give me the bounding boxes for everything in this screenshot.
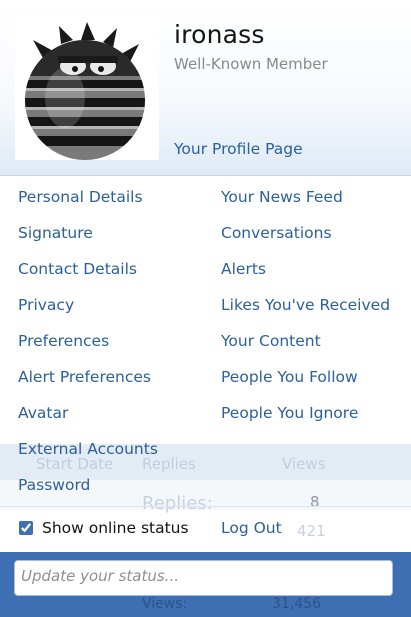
logout-link[interactable]: Log Out <box>221 519 282 537</box>
menu-people-you-follow[interactable]: People You Follow <box>221 368 358 386</box>
bg-lower-views-label: Views: <box>142 596 188 612</box>
menu-password[interactable]: Password <box>18 476 90 494</box>
bg-row-replies-label: Replies: <box>142 493 213 514</box>
user-title: Well-Known Member <box>174 55 328 73</box>
bg-row-replies-value: 8 <box>310 493 320 511</box>
status-update-input[interactable] <box>14 560 393 596</box>
menu-your-content[interactable]: Your Content <box>221 332 321 350</box>
footer-divider <box>0 506 411 507</box>
online-status-label: Show online status <box>42 519 189 537</box>
menu-avatar[interactable]: Avatar <box>18 404 68 422</box>
bg-col-views: Views <box>282 455 326 473</box>
bg-lower-views-value: 31,456 <box>272 596 321 612</box>
online-status-checkbox[interactable] <box>19 521 33 535</box>
menu-people-you-ignore[interactable]: People You Ignore <box>221 404 358 422</box>
menu-conversations[interactable]: Conversations <box>221 224 332 242</box>
avatar[interactable] <box>15 18 159 160</box>
menu-alert-preferences[interactable]: Alert Preferences <box>18 368 151 386</box>
menu-preferences[interactable]: Preferences <box>18 332 109 350</box>
profile-page-link[interactable]: Your Profile Page <box>174 140 303 158</box>
online-status-toggle[interactable]: Show online status <box>18 518 189 538</box>
menu-signature[interactable]: Signature <box>18 224 93 242</box>
username[interactable]: ironass <box>174 20 265 49</box>
bg-row-views-value: 421 <box>297 522 326 540</box>
account-menu-header: ironass Well-Known Member Your Profile P… <box>0 0 411 176</box>
avatar-image <box>25 22 145 160</box>
menu-news-feed[interactable]: Your News Feed <box>221 188 343 206</box>
menu-likes-received[interactable]: Likes You've Received <box>221 296 390 314</box>
menu-personal-details[interactable]: Personal Details <box>18 188 143 206</box>
menu-alerts[interactable]: Alerts <box>221 260 266 278</box>
menu-privacy[interactable]: Privacy <box>18 296 74 314</box>
menu-external-accounts[interactable]: External Accounts <box>18 440 158 458</box>
menu-contact-details[interactable]: Contact Details <box>18 260 137 278</box>
